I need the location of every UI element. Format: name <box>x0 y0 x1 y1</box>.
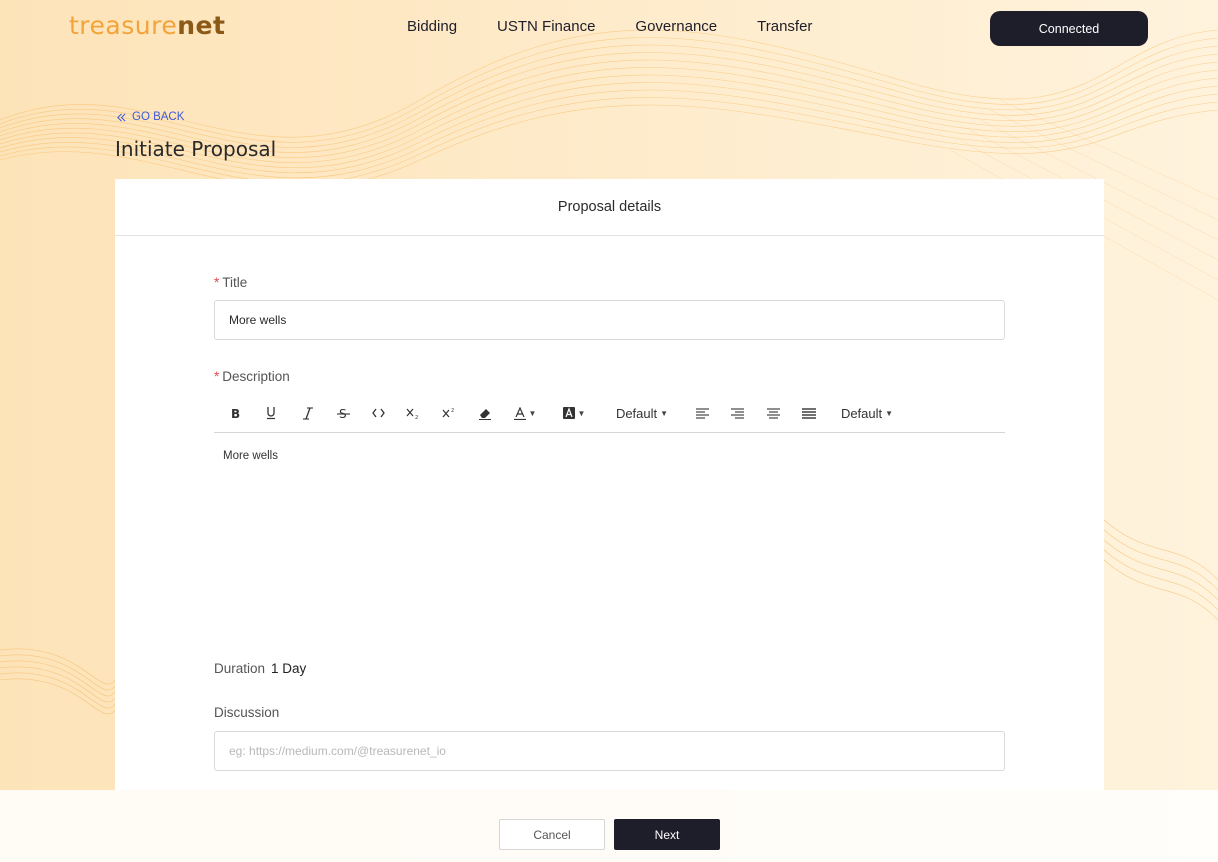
cancel-button[interactable]: Cancel <box>499 819 605 850</box>
discussion-label: Discussion <box>214 705 280 720</box>
title-label-text: Title <box>222 275 248 290</box>
align-left-icon[interactable] <box>692 395 712 431</box>
svg-text:2: 2 <box>415 415 418 419</box>
go-back-label: GO BACK <box>132 111 185 123</box>
description-label-text: Description <box>222 369 290 384</box>
align-justify-icon[interactable] <box>799 395 819 431</box>
description-label: * Description <box>214 369 290 384</box>
text-color-icon[interactable]: ▼ <box>511 395 539 431</box>
card-heading: Proposal details <box>115 179 1104 236</box>
go-back-link[interactable]: GO BACK <box>116 111 184 123</box>
double-chevron-left-icon <box>117 112 126 122</box>
required-marker: * <box>214 369 220 384</box>
nav-governance[interactable]: Governance <box>635 18 717 35</box>
nav-bidding[interactable]: Bidding <box>407 18 457 35</box>
nav-ustn-finance[interactable]: USTN Finance <box>497 18 595 35</box>
superscript-icon[interactable]: 2 <box>439 395 459 431</box>
chevron-down-icon: ▼ <box>885 408 894 418</box>
duration-label: Duration <box>214 661 266 676</box>
duration-value: 1 Day <box>271 661 307 676</box>
code-icon[interactable] <box>368 395 388 431</box>
discussion-input[interactable]: eg: https://medium.com/@treasurenet_io <box>214 731 1005 771</box>
proposal-card: Proposal details * Title More wells * Desc… <box>115 179 1104 790</box>
description-editor[interactable]: More wells <box>223 450 278 462</box>
font-size-dropdown[interactable]: Default ▼ <box>614 395 670 431</box>
title-input[interactable]: More wells <box>214 300 1005 340</box>
strikethrough-icon[interactable]: S <box>333 395 353 431</box>
italic-icon[interactable] <box>298 395 318 431</box>
bold-icon[interactable]: B <box>226 395 246 431</box>
main-nav: Bidding USTN Finance Governance Transfer <box>407 18 812 35</box>
nav-transfer[interactable]: Transfer <box>757 18 812 35</box>
eraser-icon[interactable] <box>475 395 495 431</box>
chevron-down-icon: ▼ <box>660 408 669 418</box>
top-header: treasurenet Bidding USTN Finance Governa… <box>0 0 1218 56</box>
svg-text:B: B <box>231 407 240 420</box>
font-size-value: Default <box>615 405 658 421</box>
page-title: Initiate Proposal <box>115 137 277 161</box>
duration-row: Duration 1 Day <box>214 661 306 676</box>
line-height-value: Default <box>840 405 883 421</box>
next-button[interactable]: Next <box>614 819 720 850</box>
underline-icon[interactable] <box>261 395 281 431</box>
logo-light-text: treasure <box>69 11 178 40</box>
svg-text:2: 2 <box>451 408 454 414</box>
align-center-icon[interactable] <box>763 395 783 431</box>
required-marker: * <box>214 275 220 290</box>
align-right-icon[interactable] <box>727 395 747 431</box>
logo-dark-text: net <box>177 11 226 40</box>
line-height-dropdown[interactable]: Default ▼ <box>839 395 895 431</box>
subscript-icon[interactable]: 2 <box>403 395 423 431</box>
treasurenet-logo[interactable]: treasurenet <box>69 11 225 40</box>
highlight-icon[interactable]: ▼ <box>560 395 588 431</box>
wallet-connected-button[interactable]: Connected <box>990 11 1148 46</box>
editor-toolbar: B S 2 2 ▼ ▼ Default▼ <box>214 395 1005 433</box>
title-label: * Title <box>214 275 247 290</box>
